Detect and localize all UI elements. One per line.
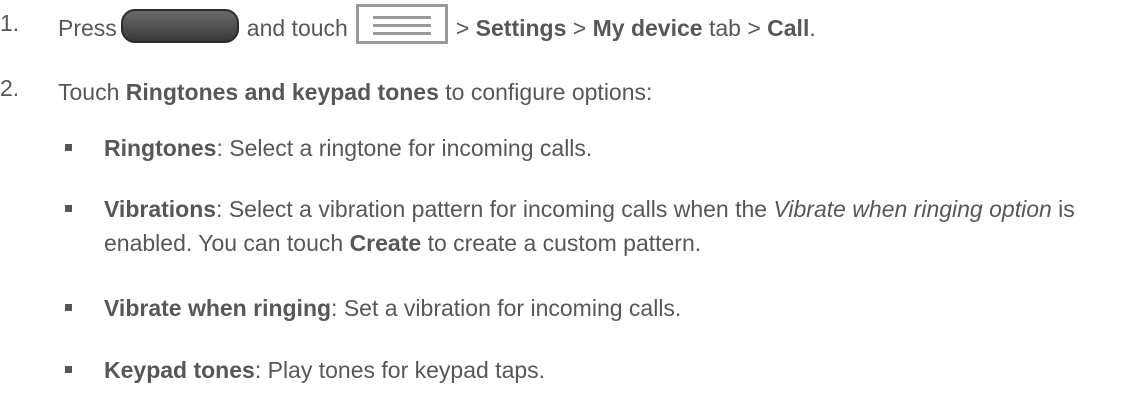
list-item-text: Vibrations: Select a vibration pattern f…	[104, 192, 1134, 260]
step-word: Press	[58, 15, 117, 42]
separator: >	[747, 15, 761, 42]
my-device-label: My device	[592, 15, 703, 42]
step-word: to configure options:	[445, 79, 653, 105]
bullet-icon	[65, 205, 72, 212]
colon: :	[216, 135, 223, 161]
step-text: Press and touch > Settings > My device tab…	[58, 4, 816, 50]
colon: :	[216, 196, 223, 222]
menu-key-icon	[355, 4, 448, 44]
colon: :	[331, 295, 338, 321]
bullet-icon	[65, 366, 72, 373]
create-label: Create	[349, 230, 422, 256]
period: .	[809, 15, 816, 42]
option-term: Vibrations	[104, 196, 217, 222]
option-desc: to create a custom pattern.	[427, 230, 702, 256]
settings-label: Settings	[475, 15, 567, 42]
step-word: tab	[708, 15, 741, 42]
option-term: Vibrate when ringing	[104, 295, 332, 321]
list-item-text: Keypad tones: Play tones for keypad taps…	[104, 353, 1134, 387]
option-desc: Play tones for keypad taps.	[267, 357, 546, 383]
call-label: Call	[767, 15, 810, 42]
instruction-document: 1. Press and touch > Settings > My device …	[0, 0, 1138, 414]
separator: >	[572, 15, 587, 42]
step-word: and touch	[246, 15, 348, 42]
list-item-text: Vibrate when ringing: Set a vibration fo…	[104, 291, 1134, 325]
ringtones-keypad-label: Ringtones and keypad tones	[125, 79, 439, 105]
bullet-icon	[65, 304, 72, 311]
step-number: 1.	[0, 10, 20, 36]
home-key-icon	[120, 9, 239, 43]
bullet-icon	[65, 144, 72, 151]
colon: :	[254, 357, 262, 383]
step-number: 2.	[0, 75, 20, 101]
option-desc: Select a ringtone for incoming calls.	[229, 135, 593, 161]
option-desc: Select a vibration pattern for incoming …	[228, 196, 768, 222]
option-term: Ringtones	[104, 135, 217, 161]
separator: >	[455, 15, 470, 42]
step-text: Touch Ringtones and keypad tones to conf…	[58, 75, 652, 109]
step-word: Touch	[58, 79, 120, 105]
option-italic: Vibrate when ringing option	[773, 196, 1052, 222]
list-item-text: Ringtones: Select a ringtone for incomin…	[104, 131, 1134, 165]
option-desc: Set a vibration for incoming calls.	[343, 295, 682, 321]
option-term: Keypad tones	[104, 357, 255, 383]
